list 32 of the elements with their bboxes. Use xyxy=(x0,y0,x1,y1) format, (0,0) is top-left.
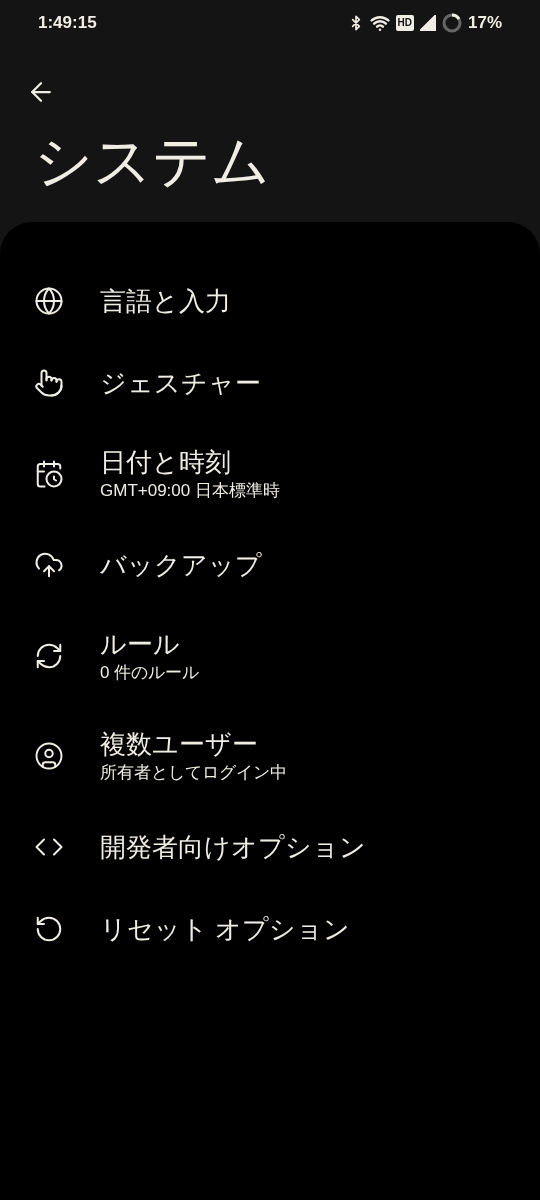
item-subtitle: GMT+09:00 日本標準時 xyxy=(100,480,280,502)
calendar-clock-icon xyxy=(34,459,64,489)
pointing-hand-icon xyxy=(34,368,64,398)
globe-icon xyxy=(34,286,64,316)
battery-percent: 17% xyxy=(467,11,502,34)
item-title: 言語と入力 xyxy=(100,285,231,318)
settings-item[interactable]: 開発者向けオプション xyxy=(0,806,540,888)
item-subtitle: 0 件のルール xyxy=(100,662,200,684)
item-title: リセット オプション xyxy=(100,913,351,946)
hd-badge: HD xyxy=(395,14,414,31)
item-subtitle: 所有者としてログイン中 xyxy=(100,762,287,784)
signal-icon xyxy=(419,14,436,31)
item-title: 開発者向けオプション xyxy=(100,831,366,864)
settings-item[interactable]: 日付と時刻 GMT+09:00 日本標準時 xyxy=(0,424,540,524)
user-circle-icon xyxy=(34,741,64,771)
settings-item[interactable]: ルール 0 件のルール xyxy=(0,606,540,706)
settings-item[interactable]: 複数ユーザー 所有者としてログイン中 xyxy=(0,706,540,806)
settings-item[interactable]: 言語と入力 xyxy=(0,260,540,342)
status-time: 1:49:15 xyxy=(38,11,97,34)
settings-item[interactable]: リセット オプション xyxy=(0,888,540,970)
reset-arrow-icon xyxy=(34,914,64,944)
settings-item[interactable]: ジェスチャー xyxy=(0,342,540,424)
page-title: システム xyxy=(33,127,271,195)
item-title: ルール xyxy=(100,628,181,661)
cloud-upload-icon xyxy=(34,550,64,580)
item-title: バックアップ xyxy=(100,549,262,582)
battery-ring-icon xyxy=(441,12,462,33)
settings-item[interactable]: バックアップ xyxy=(0,524,540,606)
item-title: 日付と時刻 xyxy=(100,446,232,479)
item-title: 複数ユーザー xyxy=(100,728,259,761)
item-title: ジェスチャー xyxy=(100,367,261,400)
refresh-arrows-icon xyxy=(34,641,64,671)
